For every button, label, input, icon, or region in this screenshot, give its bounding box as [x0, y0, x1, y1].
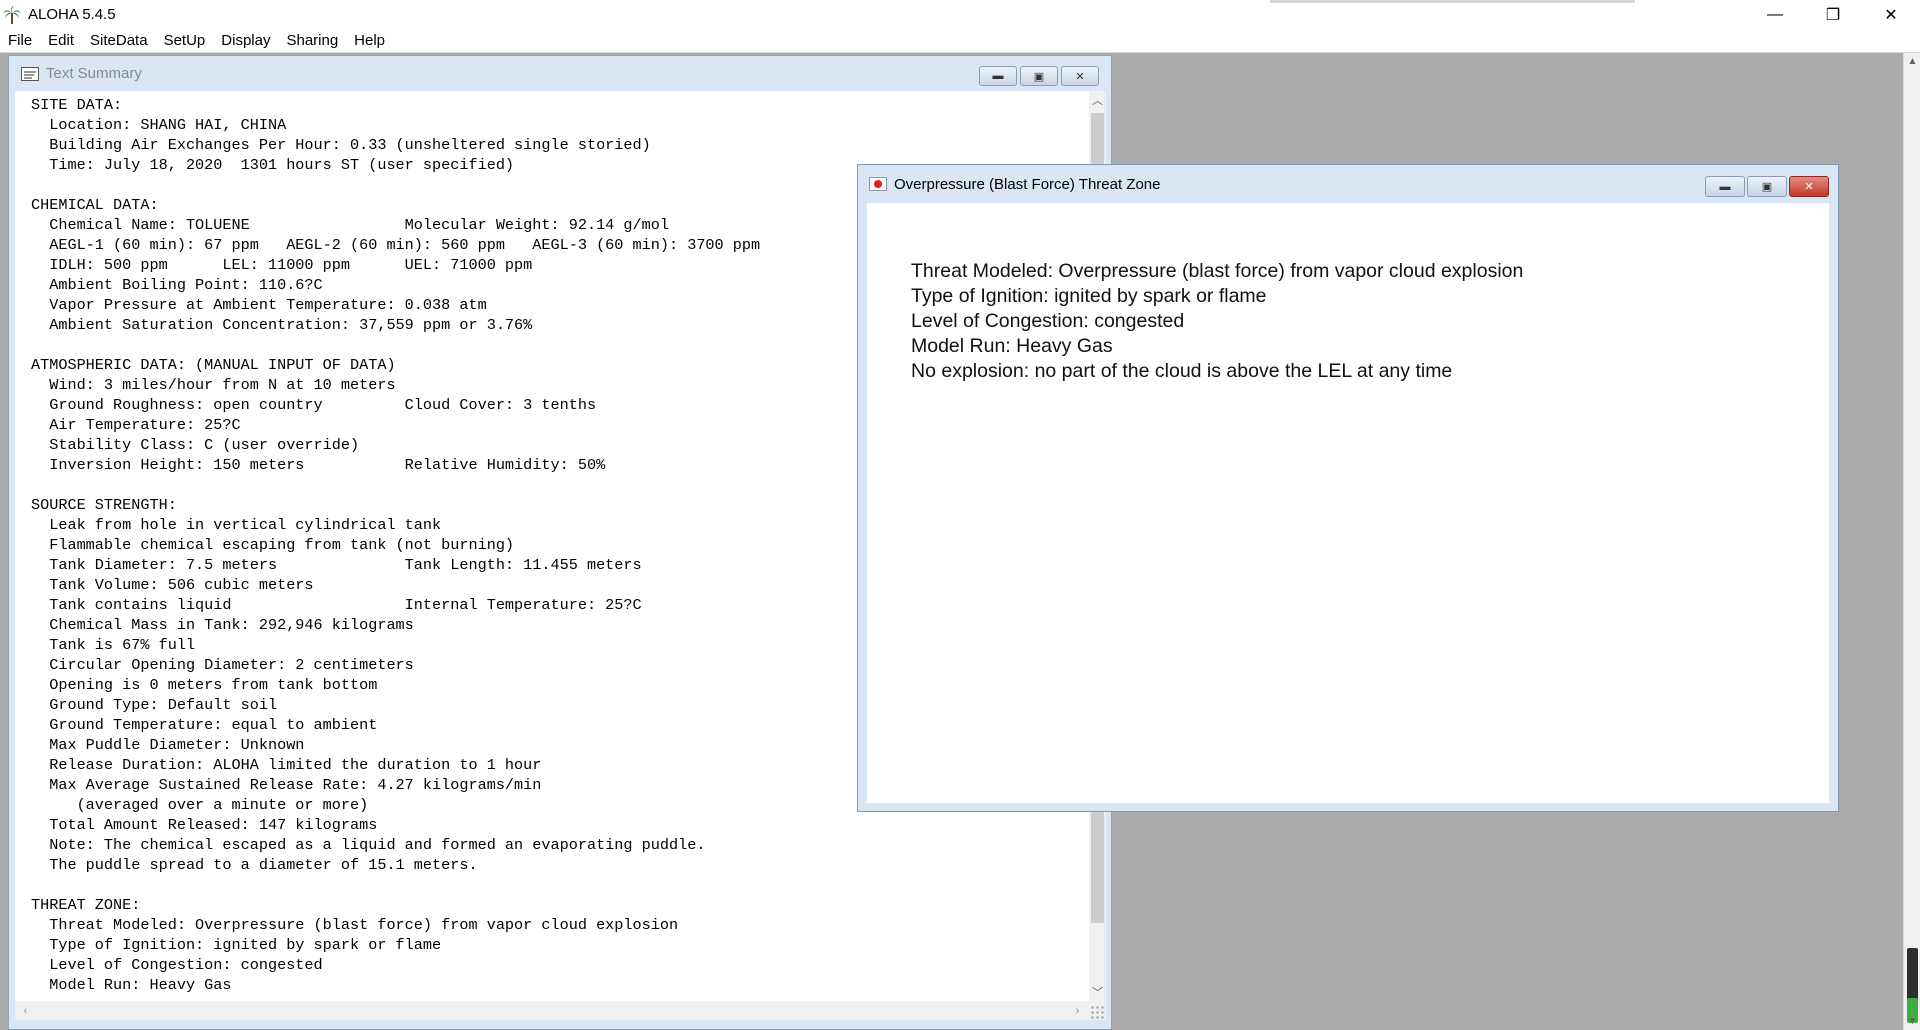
menu-sitedata[interactable]: SiteData	[82, 29, 156, 53]
threat-zone-content: Threat Modeled: Overpressure (blast forc…	[867, 203, 1829, 803]
chevron-right-icon[interactable]: ›	[1069, 1001, 1086, 1020]
workspace-scrollbar[interactable]: ▲ ▼	[1903, 53, 1920, 1030]
close-icon[interactable]: ✕	[1789, 176, 1829, 197]
resize-grip-icon[interactable]	[1090, 1005, 1104, 1019]
app-titlebar: ALOHA 5.4.5 — ❐ ✕	[0, 0, 1920, 29]
minimize-icon[interactable]: ▬	[979, 66, 1017, 86]
close-button[interactable]: ✕	[1862, 0, 1920, 29]
minimize-button[interactable]: —	[1746, 0, 1804, 29]
chevron-up-icon[interactable]: ︿	[1089, 91, 1106, 109]
threat-modeled-line: Threat Modeled: Overpressure (blast forc…	[911, 260, 1524, 282]
menu-edit[interactable]: Edit	[40, 29, 82, 53]
maximize-icon[interactable]: ▣	[1020, 66, 1058, 86]
congestion-level-line: Level of Congestion: congested	[911, 310, 1185, 332]
text-summary-title: Text Summary	[46, 65, 142, 82]
minimize-icon[interactable]: ▬	[1705, 176, 1745, 197]
menu-setup[interactable]: SetUp	[156, 29, 214, 53]
app-title: ALOHA 5.4.5	[28, 6, 116, 23]
threat-zone-info: Threat Modeled: Overpressure (blast forc…	[911, 259, 1523, 384]
chevron-left-icon[interactable]: ‹	[17, 1001, 34, 1020]
menu-sharing[interactable]: Sharing	[278, 29, 346, 53]
menu-bar: File Edit SiteData SetUp Display Sharing…	[0, 29, 1920, 53]
menu-display[interactable]: Display	[213, 29, 278, 53]
menu-file[interactable]: File	[0, 29, 40, 53]
model-run-line: Model Run: Heavy Gas	[911, 335, 1113, 357]
scroll-down-arrow-icon[interactable]: ▼	[1904, 1013, 1920, 1030]
restore-button[interactable]: ❐	[1804, 0, 1862, 29]
threat-zone-window[interactable]: Overpressure (Blast Force) Threat Zone ▬…	[857, 164, 1839, 812]
title-strip	[1270, 0, 1635, 3]
text-summary-titlebar[interactable]: Text Summary ▬ ▣ ✕	[9, 56, 1111, 91]
palm-tree-icon	[2, 5, 22, 25]
explosion-result-line: No explosion: no part of the cloud is ab…	[911, 360, 1453, 382]
text-document-icon	[21, 66, 39, 81]
close-icon[interactable]: ✕	[1061, 66, 1099, 86]
text-summary-horizontal-scrollbar[interactable]: ‹ ›	[15, 1001, 1106, 1020]
threat-zone-titlebar[interactable]: Overpressure (Blast Force) Threat Zone ▬…	[858, 165, 1838, 203]
text-summary-controls: ▬ ▣ ✕	[979, 66, 1099, 86]
japan-flag-icon	[869, 177, 887, 191]
ignition-type-line: Type of Ignition: ignited by spark or fl…	[911, 285, 1267, 307]
threat-zone-controls: ▬ ▣ ✕	[1705, 176, 1829, 197]
chevron-down-icon[interactable]: ﹀	[1089, 983, 1106, 1001]
menu-help[interactable]: Help	[346, 29, 393, 53]
maximize-icon[interactable]: ▣	[1747, 176, 1787, 197]
threat-zone-title: Overpressure (Blast Force) Threat Zone	[894, 175, 1161, 193]
scroll-up-arrow-icon[interactable]: ▲	[1904, 53, 1920, 70]
window-controls: — ❐ ✕	[1746, 0, 1920, 29]
